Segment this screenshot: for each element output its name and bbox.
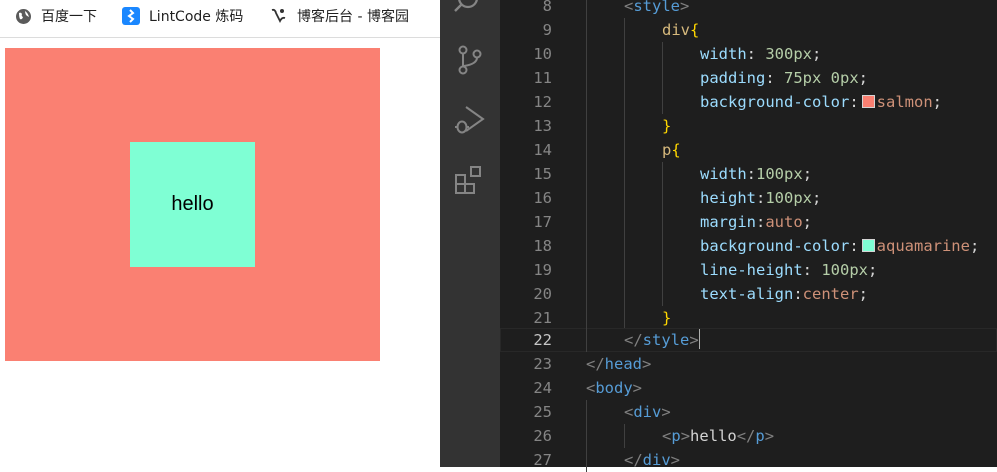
line-number: 27	[533, 451, 552, 469]
bookmark-lintcode[interactable]: LintCode 炼码	[122, 0, 243, 32]
line-number: 12	[533, 93, 552, 111]
run-debug-icon[interactable]	[453, 103, 487, 137]
line-number: 26	[533, 427, 552, 445]
line-number: 9	[542, 21, 552, 39]
bookmark-label: 博客后台 - 博客园	[297, 9, 409, 25]
text-cursor	[698, 329, 701, 349]
line-number: 19	[533, 261, 552, 279]
code-line: 21 }	[500, 306, 997, 330]
code-line: 11 padding: 75px 0px;	[500, 66, 997, 90]
line-number: 24	[533, 379, 552, 397]
extensions-icon[interactable]	[453, 163, 487, 197]
code-line-current: 22 </style>	[500, 328, 997, 352]
activity-bar	[440, 0, 500, 467]
code-line: 10 width: 300px;	[500, 42, 997, 66]
code-line: 23 </head>	[500, 352, 997, 376]
bookmark-cnblogs[interactable]: 博客后台 - 博客园	[270, 0, 409, 32]
code-line: 20 text-align:center;	[500, 282, 997, 306]
bookmark-baidu[interactable]: 百度一下	[14, 0, 97, 32]
code-line: 12 background-color: salmon;	[500, 90, 997, 114]
bookmark-label: LintCode 炼码	[149, 9, 244, 25]
bookmark-label: 百度一下	[41, 9, 97, 25]
bookmarks-bar: 百度一下 LintCode 炼码 博客后台 - 博客园	[0, 0, 440, 38]
aquamarine-color-swatch[interactable]	[861, 239, 875, 252]
search-icon[interactable]	[453, 0, 487, 20]
hello-text: hello	[171, 193, 214, 215]
salmon-color-swatch[interactable]	[861, 95, 875, 108]
cnblogs-icon	[270, 7, 288, 25]
line-number: 18	[533, 237, 552, 255]
code-line: 16 height:100px;	[500, 186, 997, 210]
line-number: 14	[533, 141, 552, 159]
line-number: 8	[542, 0, 552, 15]
source-control-icon[interactable]	[453, 43, 487, 77]
code-line: 24 <body>	[500, 376, 997, 400]
code-line: 13 }	[500, 114, 997, 138]
line-number: 13	[533, 117, 552, 135]
globe-icon	[14, 7, 32, 25]
code-line: 26 <p>hello</p>	[500, 424, 997, 448]
line-number: 11	[533, 69, 552, 87]
line-number: 22	[533, 331, 552, 349]
code-line: 8 <style>	[500, 0, 997, 18]
code-line: 18 background-color: aquamarine;	[500, 234, 997, 258]
lintcode-icon	[122, 7, 140, 25]
code-editor[interactable]: 8 <style> 9 div{ 10 width: 300px; 11 pad…	[500, 0, 997, 472]
hello-paragraph-box: hello	[130, 142, 255, 267]
code-line: 25 <div>	[500, 400, 997, 424]
code-line: 19 line-height: 100px;	[500, 258, 997, 282]
browser-preview: 百度一下 LintCode 炼码 博客后台 - 博客园 hello	[0, 0, 440, 467]
code-line: 9 div{	[500, 18, 997, 42]
line-number: 23	[533, 355, 552, 373]
line-number: 17	[533, 213, 552, 231]
line-number: 10	[533, 45, 552, 63]
line-number: 16	[533, 189, 552, 207]
code-line: 14 p{	[500, 138, 997, 162]
line-number: 21	[533, 309, 552, 327]
line-number: 20	[533, 285, 552, 303]
line-number: 25	[533, 403, 552, 421]
code-line: 17 margin:auto;	[500, 210, 997, 234]
code-line: 27 </div>	[500, 448, 997, 472]
line-number: 15	[533, 165, 552, 183]
code-line: 15 width:100px;	[500, 162, 997, 186]
